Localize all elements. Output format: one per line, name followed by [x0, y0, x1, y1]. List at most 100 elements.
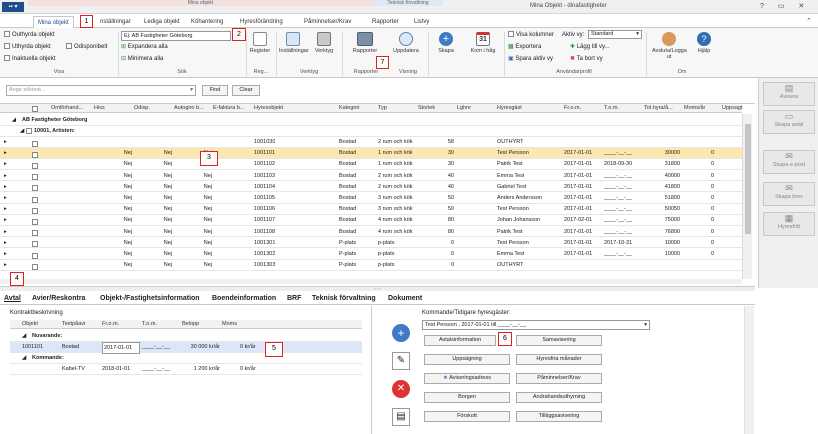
table-row[interactable]: ▸ Nej Nej Nej 1001105 Bostad 3 rum och kök 50 An… — [0, 193, 742, 204]
uppdatera-button[interactable]: Uppdatera — [392, 32, 420, 54]
collapse-ribbon-icon[interactable]: ⌃ — [806, 17, 812, 25]
add-round-button[interactable]: + — [392, 324, 410, 342]
sok-field[interactable]: Ej: AB Fastigheter Göteborg — [121, 31, 231, 41]
search-input[interactable]: Ange söktext... ▾ — [6, 85, 196, 96]
lagg-till-vy-button[interactable]: ✚ Lägg till vy... — [570, 43, 610, 51]
tab-avtal[interactable]: Avtal — [4, 295, 21, 302]
tenant-select[interactable]: Test Persson , 2017-01-01 till ____-__-_… — [422, 320, 650, 330]
table-row[interactable]: ▸ Nej Nej Nej 1001106 Bostad 3 rum och kök 50 Te… — [0, 204, 742, 215]
table-row[interactable]: ▸ Nej Nej Nej 1001107 Bostad 4 rum och kök 80 Jo… — [0, 215, 742, 226]
column-header[interactable]: Fr.o.m. — [564, 104, 581, 113]
vertical-scrollbar[interactable] — [742, 114, 752, 279]
tab-brf[interactable]: BRF — [287, 295, 301, 302]
horizontal-scrollbar[interactable] — [0, 279, 742, 284]
table-row[interactable]: ▸ Nej Nej Nej 1001301 P-plats p-plats 0 Test Per… — [0, 238, 742, 249]
table-row[interactable]: ▸ 1001030 Bostad 2 rum och kök 58 OUTHYRT — [0, 137, 742, 148]
samavisering-button[interactable]: Samavisering — [516, 335, 602, 346]
column-header[interactable]: Hyresgäst — [497, 104, 522, 113]
column-header[interactable]: Textpåavi — [62, 320, 85, 329]
paminnelser-button[interactable]: Påminnelser/Krav — [516, 373, 602, 384]
delete-round-button[interactable]: ✕ — [392, 380, 410, 398]
ta-bort-vy-button[interactable]: ✖ Ta bort vy — [570, 55, 603, 63]
uthyrda-checkbox[interactable]: Uthyrda objekt — [4, 43, 51, 51]
table-row[interactable]: ▸NejNejNej1001102Bostad1 rum och kök30Pa… — [0, 159, 742, 170]
app-menu-button[interactable]: ▪▪ ▾ — [2, 2, 24, 12]
column-header[interactable]: Hyresobjekt — [254, 104, 283, 113]
installningar-button[interactable]: Inställningar — [279, 32, 309, 54]
row-checkbox[interactable] — [32, 262, 40, 272]
avisera-button[interactable]: ▤ Avisera — [763, 82, 815, 106]
table-row[interactable]: ▸NejNejNej1001101Bostad1 rum och kök30Te… — [0, 148, 742, 159]
table-row[interactable]: ▸ Nej Nej Nej 1001302 P-plats p-plats 0 Emma Tes… — [0, 249, 742, 260]
tab-listvy[interactable]: Listvy — [410, 16, 433, 28]
column-header[interactable]: Objekt — [22, 320, 38, 329]
column-header[interactable]: Fr.o.m. — [102, 320, 119, 329]
register-button[interactable]: Register — [248, 32, 272, 54]
column-header[interactable]: Moms — [222, 320, 237, 329]
tab-kohantering[interactable]: Köhantering — [187, 16, 227, 28]
column-header[interactable]: T.o.m. — [142, 320, 157, 329]
column-header[interactable]: E-faktura b... — [213, 104, 245, 113]
column-header[interactable]: Hiss — [94, 104, 105, 113]
visa-kolumner-button[interactable]: Visa kolumner — [508, 31, 554, 39]
avtalsinformation-button[interactable]: Avtalsinformation — [424, 335, 496, 346]
tab-rapporter[interactable]: Rapporter — [368, 16, 403, 28]
spara-vy-button[interactable]: ▣ Spara aktiv vy — [508, 55, 553, 63]
tab-mina-objekt[interactable]: Mina objekt — [33, 16, 74, 28]
borgen-button[interactable]: Borgen — [424, 392, 510, 403]
verktyg-button[interactable]: Verktyg — [312, 32, 336, 54]
table-row[interactable]: ▸ Nej Nej Nej 1001303 P-plats p-plats 0 OUTHYRT — [0, 260, 742, 271]
outhyrda-checkbox[interactable]: Outhyrda objekt — [4, 31, 54, 39]
exportera-button[interactable]: ▦ Exportera — [508, 43, 541, 51]
expandera-alla-button[interactable]: ⊞ Expandera alla — [121, 43, 168, 51]
clear-button[interactable]: Clear — [232, 85, 260, 96]
tillaggsavisering-button[interactable]: Tilläggsavisering — [516, 411, 602, 422]
skapa-epost-button[interactable]: ✉ Skapa e-post — [763, 150, 815, 174]
column-header[interactable]: T.o.m. — [604, 104, 619, 113]
forskott-button[interactable]: Förskott — [424, 411, 510, 422]
right-scrollbar[interactable] — [744, 306, 754, 434]
cell[interactable]: ____-__-__ — [142, 364, 170, 374]
group-expand-icon[interactable]: ◢ — [12, 115, 16, 125]
column-header[interactable]: Omförhand... — [51, 104, 83, 113]
group-row[interactable]: ◢ AB Fastigheter Göteborg — [0, 115, 742, 126]
tab-dokument[interactable]: Dokument — [388, 295, 422, 302]
cell[interactable]: ____-__-__ — [142, 342, 170, 352]
subgroup-expand-icon[interactable]: ◢ — [20, 126, 34, 136]
avsluta-button[interactable]: Avsluta/Logga ut — [652, 32, 687, 60]
tab-avier[interactable]: Avier/Reskontra — [32, 295, 85, 302]
hyresfritt-button[interactable]: ▦ Hyresfritt — [763, 212, 815, 236]
skapa-button[interactable]: + Skapa — [434, 32, 458, 54]
edit-document-button[interactable]: ✎ — [392, 352, 410, 370]
column-header[interactable]: Moms/år — [684, 104, 705, 113]
subgroup-row[interactable]: ◢ 10001, Artisten: — [0, 126, 742, 137]
column-header[interactable]: Typ — [378, 104, 387, 113]
andrahand-button[interactable]: Andrahandsuthyrning — [516, 392, 602, 403]
rapporter-button[interactable]: Rapporter — [350, 32, 380, 54]
minimera-alla-button[interactable]: ⊟ Minimera alla — [121, 55, 163, 63]
column-header[interactable]: Kategori — [339, 104, 360, 113]
tab-paminnelser[interactable]: Påminnelser/Krav — [300, 16, 355, 28]
tab-lediga-objekt[interactable]: Lediga objekt — [140, 16, 184, 28]
aktiv-vy-select[interactable]: Standard ▾ — [588, 30, 642, 39]
tab-boendeinfo[interactable]: Boendeinformation — [212, 295, 276, 302]
table-row[interactable]: ▸ Nej Nej Nej 1001108 Bostad 4 rum och kök 80 Pa… — [0, 227, 742, 238]
kommande-group[interactable]: ◢ Kommande: — [10, 353, 362, 364]
splitter[interactable]: ····· — [0, 286, 755, 292]
tab-objektinfo[interactable]: Objekt-/Fastighetsinformation — [100, 295, 200, 302]
find-button[interactable]: Find — [202, 85, 228, 96]
tab-installningar[interactable]: nställningar — [96, 16, 135, 28]
hjalp-button[interactable]: ? Hjälp — [692, 32, 716, 54]
document-button[interactable]: ▤ — [392, 408, 410, 426]
kontrakt-row[interactable]: 1001101 Bostad 2017-01-01 ____-__-__ 30 … — [10, 342, 362, 354]
tab-teknisk[interactable]: Teknisk förvaltning — [312, 295, 376, 302]
column-header[interactable]: Odisp. — [134, 104, 150, 113]
column-header[interactable]: Tot.hyra/å... — [644, 104, 673, 113]
nuvarande-group[interactable]: ◢ Nuvarande: — [10, 331, 362, 342]
odisponibelt-checkbox[interactable]: Odisponibelt — [66, 43, 107, 51]
scrollbar-thumb[interactable] — [745, 124, 751, 234]
aviseringsadress-button[interactable]: ★ Aviseringsadress — [424, 373, 510, 384]
uppsagning-button[interactable]: Uppsägning — [424, 354, 510, 365]
column-header[interactable]: Autogiro b... — [174, 104, 204, 113]
skapa-avtal-button[interactable]: ▭ Skapa avtal — [763, 110, 815, 134]
